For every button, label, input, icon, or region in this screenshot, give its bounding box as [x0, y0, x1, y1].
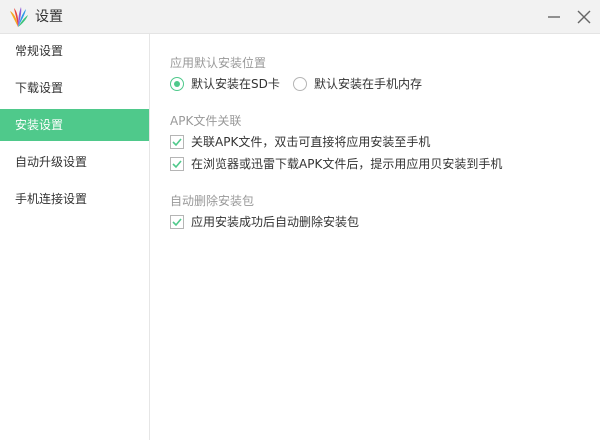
sidebar-item-auto-upgrade[interactable]: 自动升级设置: [0, 146, 149, 178]
sidebar-item-label: 手机连接设置: [15, 192, 88, 206]
sidebar-item-phone-connection[interactable]: 手机连接设置: [0, 183, 149, 215]
radio-button-selected[interactable]: [170, 77, 184, 91]
sidebar-item-label: 下载设置: [15, 81, 64, 95]
checkbox-label: 在浏览器或迅雷下载APK文件后，提示用应用贝安装到手机: [191, 157, 503, 171]
app-logo: [10, 7, 28, 27]
settings-window: 设置 常规设置 下载设置 安装设置 自动升级设置 手机连接设置 应用默认安装位置: [0, 0, 600, 440]
minimize-icon[interactable]: [545, 8, 563, 26]
sidebar-item-general[interactable]: 常规设置: [0, 35, 149, 67]
sidebar-item-label: 安装设置: [15, 118, 64, 132]
title-bar[interactable]: 设置: [0, 0, 600, 34]
sidebar-item-download[interactable]: 下载设置: [0, 72, 149, 104]
close-icon[interactable]: [575, 8, 593, 26]
checkbox-label: 关联APK文件，双击可直接将应用安装至手机: [191, 135, 431, 149]
sidebar: 常规设置 下载设置 安装设置 自动升级设置 手机连接设置: [0, 34, 150, 440]
sidebar-item-label: 自动升级设置: [15, 155, 88, 169]
install-location-heading: 应用默认安装位置: [170, 56, 267, 70]
checkbox-checked[interactable]: [170, 215, 184, 229]
checkbox-label: 应用安装成功后自动删除安装包: [191, 215, 360, 229]
checkmark-icon: [172, 138, 182, 147]
settings-content: 应用默认安装位置 默认安装在SD卡 默认安装在手机内存 APK文件关联 关联AP…: [150, 34, 600, 440]
auto-delete-heading: 自动删除安装包: [170, 194, 255, 208]
checkbox-checked[interactable]: [170, 157, 184, 171]
radio-label: 默认安装在手机内存: [314, 77, 423, 91]
checkbox-checked[interactable]: [170, 135, 184, 149]
apk-association-heading: APK文件关联: [170, 114, 242, 128]
window-title: 设置: [35, 9, 63, 25]
checkmark-icon: [172, 160, 182, 169]
radio-label: 默认安装在SD卡: [191, 77, 280, 91]
sidebar-item-label: 常规设置: [15, 44, 64, 58]
radio-button[interactable]: [293, 77, 307, 91]
checkmark-icon: [172, 218, 182, 227]
sidebar-item-install[interactable]: 安装设置: [0, 109, 149, 141]
